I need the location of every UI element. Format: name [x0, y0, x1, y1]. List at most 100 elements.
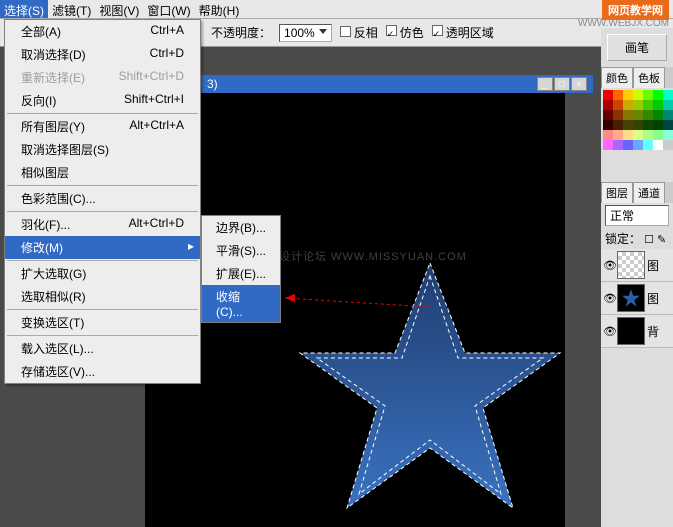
modify-submenu: 边界(B)...平滑(S)...扩展(E)...收缩(C)... — [201, 215, 281, 323]
layer-thumb — [617, 251, 645, 279]
right-panels: 画笔 颜色 色板 图层 通道 正常 锁定： ☐ ✎ 👁图 👁图 👁背 — [601, 28, 673, 527]
swatch[interactable] — [643, 100, 653, 110]
menu-item[interactable]: 反向(I)Shift+Ctrl+I — [5, 89, 200, 112]
document-titlebar: 3) _ □ × — [201, 75, 593, 93]
minimize-button[interactable]: _ — [537, 77, 553, 91]
menu-item[interactable]: 选取相似(R) — [5, 285, 200, 308]
dither-checkbox[interactable]: 仿色 — [386, 24, 424, 41]
swatch[interactable] — [633, 130, 643, 140]
menu-item[interactable]: 全部(A)Ctrl+A — [5, 20, 200, 43]
select-menu-dropdown: 全部(A)Ctrl+A取消选择(D)Ctrl+D重新选择(E)Shift+Ctr… — [4, 19, 201, 384]
watermark: 思缘设计论坛 WWW.MISSYUAN.COM — [255, 248, 467, 264]
swatch[interactable] — [603, 90, 613, 100]
swatch[interactable] — [633, 90, 643, 100]
swatch[interactable] — [613, 90, 623, 100]
swatch[interactable] — [663, 130, 673, 140]
swatch[interactable] — [623, 100, 633, 110]
swatch[interactable] — [613, 140, 623, 150]
star-shape — [295, 258, 565, 518]
swatch[interactable] — [663, 100, 673, 110]
menu-item[interactable]: 相似图层 — [5, 161, 200, 184]
tab-channels[interactable]: 通道 — [633, 182, 665, 203]
menu-item[interactable]: 变换选区(T) — [5, 311, 200, 334]
swatch[interactable] — [643, 120, 653, 130]
swatch[interactable] — [603, 130, 613, 140]
invert-checkbox[interactable]: 反相 — [340, 24, 378, 41]
layer-thumb — [617, 284, 645, 312]
layer-thumb — [617, 317, 645, 345]
brush-button[interactable]: 画笔 — [607, 34, 667, 61]
swatch[interactable] — [653, 100, 663, 110]
visibility-icon[interactable]: 👁 — [603, 292, 615, 305]
close-button[interactable]: × — [571, 77, 587, 91]
visibility-icon[interactable]: 👁 — [603, 259, 615, 272]
menu-help[interactable]: 帮助(H) — [195, 0, 244, 18]
swatch[interactable] — [643, 110, 653, 120]
swatch[interactable] — [613, 130, 623, 140]
swatch[interactable] — [663, 110, 673, 120]
swatch[interactable] — [663, 140, 673, 150]
document-title: 3) — [207, 77, 218, 91]
menu-item[interactable]: 取消选择图层(S) — [5, 138, 200, 161]
swatch[interactable] — [633, 140, 643, 150]
tab-color[interactable]: 颜色 — [601, 67, 633, 88]
menubar: 选择(S) 滤镜(T) 视图(V) 窗口(W) 帮助(H) — [0, 0, 673, 19]
submenu-item[interactable]: 扩展(E)... — [202, 262, 280, 285]
swatch[interactable] — [623, 90, 633, 100]
swatch[interactable] — [653, 140, 663, 150]
swatch[interactable] — [623, 110, 633, 120]
menu-view[interactable]: 视图(V) — [95, 0, 143, 18]
opacity-label: 不透明度： — [211, 24, 271, 41]
maximize-button[interactable]: □ — [554, 77, 570, 91]
menu-item[interactable]: 取消选择(D)Ctrl+D — [5, 43, 200, 66]
swatch[interactable] — [653, 90, 663, 100]
layer-row[interactable]: 👁背 — [601, 315, 673, 348]
swatch[interactable] — [613, 110, 623, 120]
chevron-down-icon[interactable] — [319, 29, 327, 37]
swatch[interactable] — [663, 120, 673, 130]
tab-layers[interactable]: 图层 — [601, 182, 633, 203]
swatch[interactable] — [603, 110, 613, 120]
blend-mode-select[interactable]: 正常 — [605, 205, 669, 226]
layer-row[interactable]: 👁图 — [601, 282, 673, 315]
swatch[interactable] — [613, 120, 623, 130]
submenu-item[interactable]: 边界(B)... — [202, 216, 280, 239]
menu-item[interactable]: 修改(M) — [5, 236, 200, 259]
visibility-icon[interactable]: 👁 — [603, 325, 615, 338]
submenu-item[interactable]: 平滑(S)... — [202, 239, 280, 262]
transparent-checkbox[interactable]: 透明区域 — [432, 24, 494, 41]
swatches-grid[interactable] — [603, 90, 671, 150]
swatch[interactable] — [633, 110, 643, 120]
menu-item[interactable]: 色彩范围(C)... — [5, 187, 200, 210]
swatch[interactable] — [643, 130, 653, 140]
opacity-input[interactable]: 100% — [279, 24, 332, 42]
swatch[interactable] — [643, 140, 653, 150]
layer-row[interactable]: 👁图 — [601, 249, 673, 282]
menu-window[interactable]: 窗口(W) — [143, 0, 194, 18]
swatch[interactable] — [613, 100, 623, 110]
submenu-item[interactable]: 收缩(C)... — [202, 285, 280, 322]
brand-badge: 网页教学网 — [602, 0, 669, 20]
swatch[interactable] — [603, 120, 613, 130]
swatch[interactable] — [633, 100, 643, 110]
menu-item[interactable]: 存储选区(V)... — [5, 360, 200, 383]
swatch[interactable] — [623, 140, 633, 150]
swatch[interactable] — [603, 100, 613, 110]
menu-item[interactable]: 重新选择(E)Shift+Ctrl+D — [5, 66, 200, 89]
swatch[interactable] — [653, 110, 663, 120]
swatch[interactable] — [663, 90, 673, 100]
tab-swatches[interactable]: 色板 — [633, 67, 665, 88]
swatch[interactable] — [633, 120, 643, 130]
swatch[interactable] — [653, 130, 663, 140]
menu-item[interactable]: 羽化(F)...Alt+Ctrl+D — [5, 213, 200, 236]
menu-item[interactable]: 载入选区(L)... — [5, 337, 200, 360]
menu-select[interactable]: 选择(S) — [0, 0, 48, 18]
swatch[interactable] — [653, 120, 663, 130]
swatch[interactable] — [623, 120, 633, 130]
menu-item[interactable]: 所有图层(Y)Alt+Ctrl+A — [5, 115, 200, 138]
swatch[interactable] — [603, 140, 613, 150]
swatch[interactable] — [623, 130, 633, 140]
menu-item[interactable]: 扩大选取(G) — [5, 262, 200, 285]
swatch[interactable] — [643, 90, 653, 100]
menu-filter[interactable]: 滤镜(T) — [48, 0, 95, 18]
